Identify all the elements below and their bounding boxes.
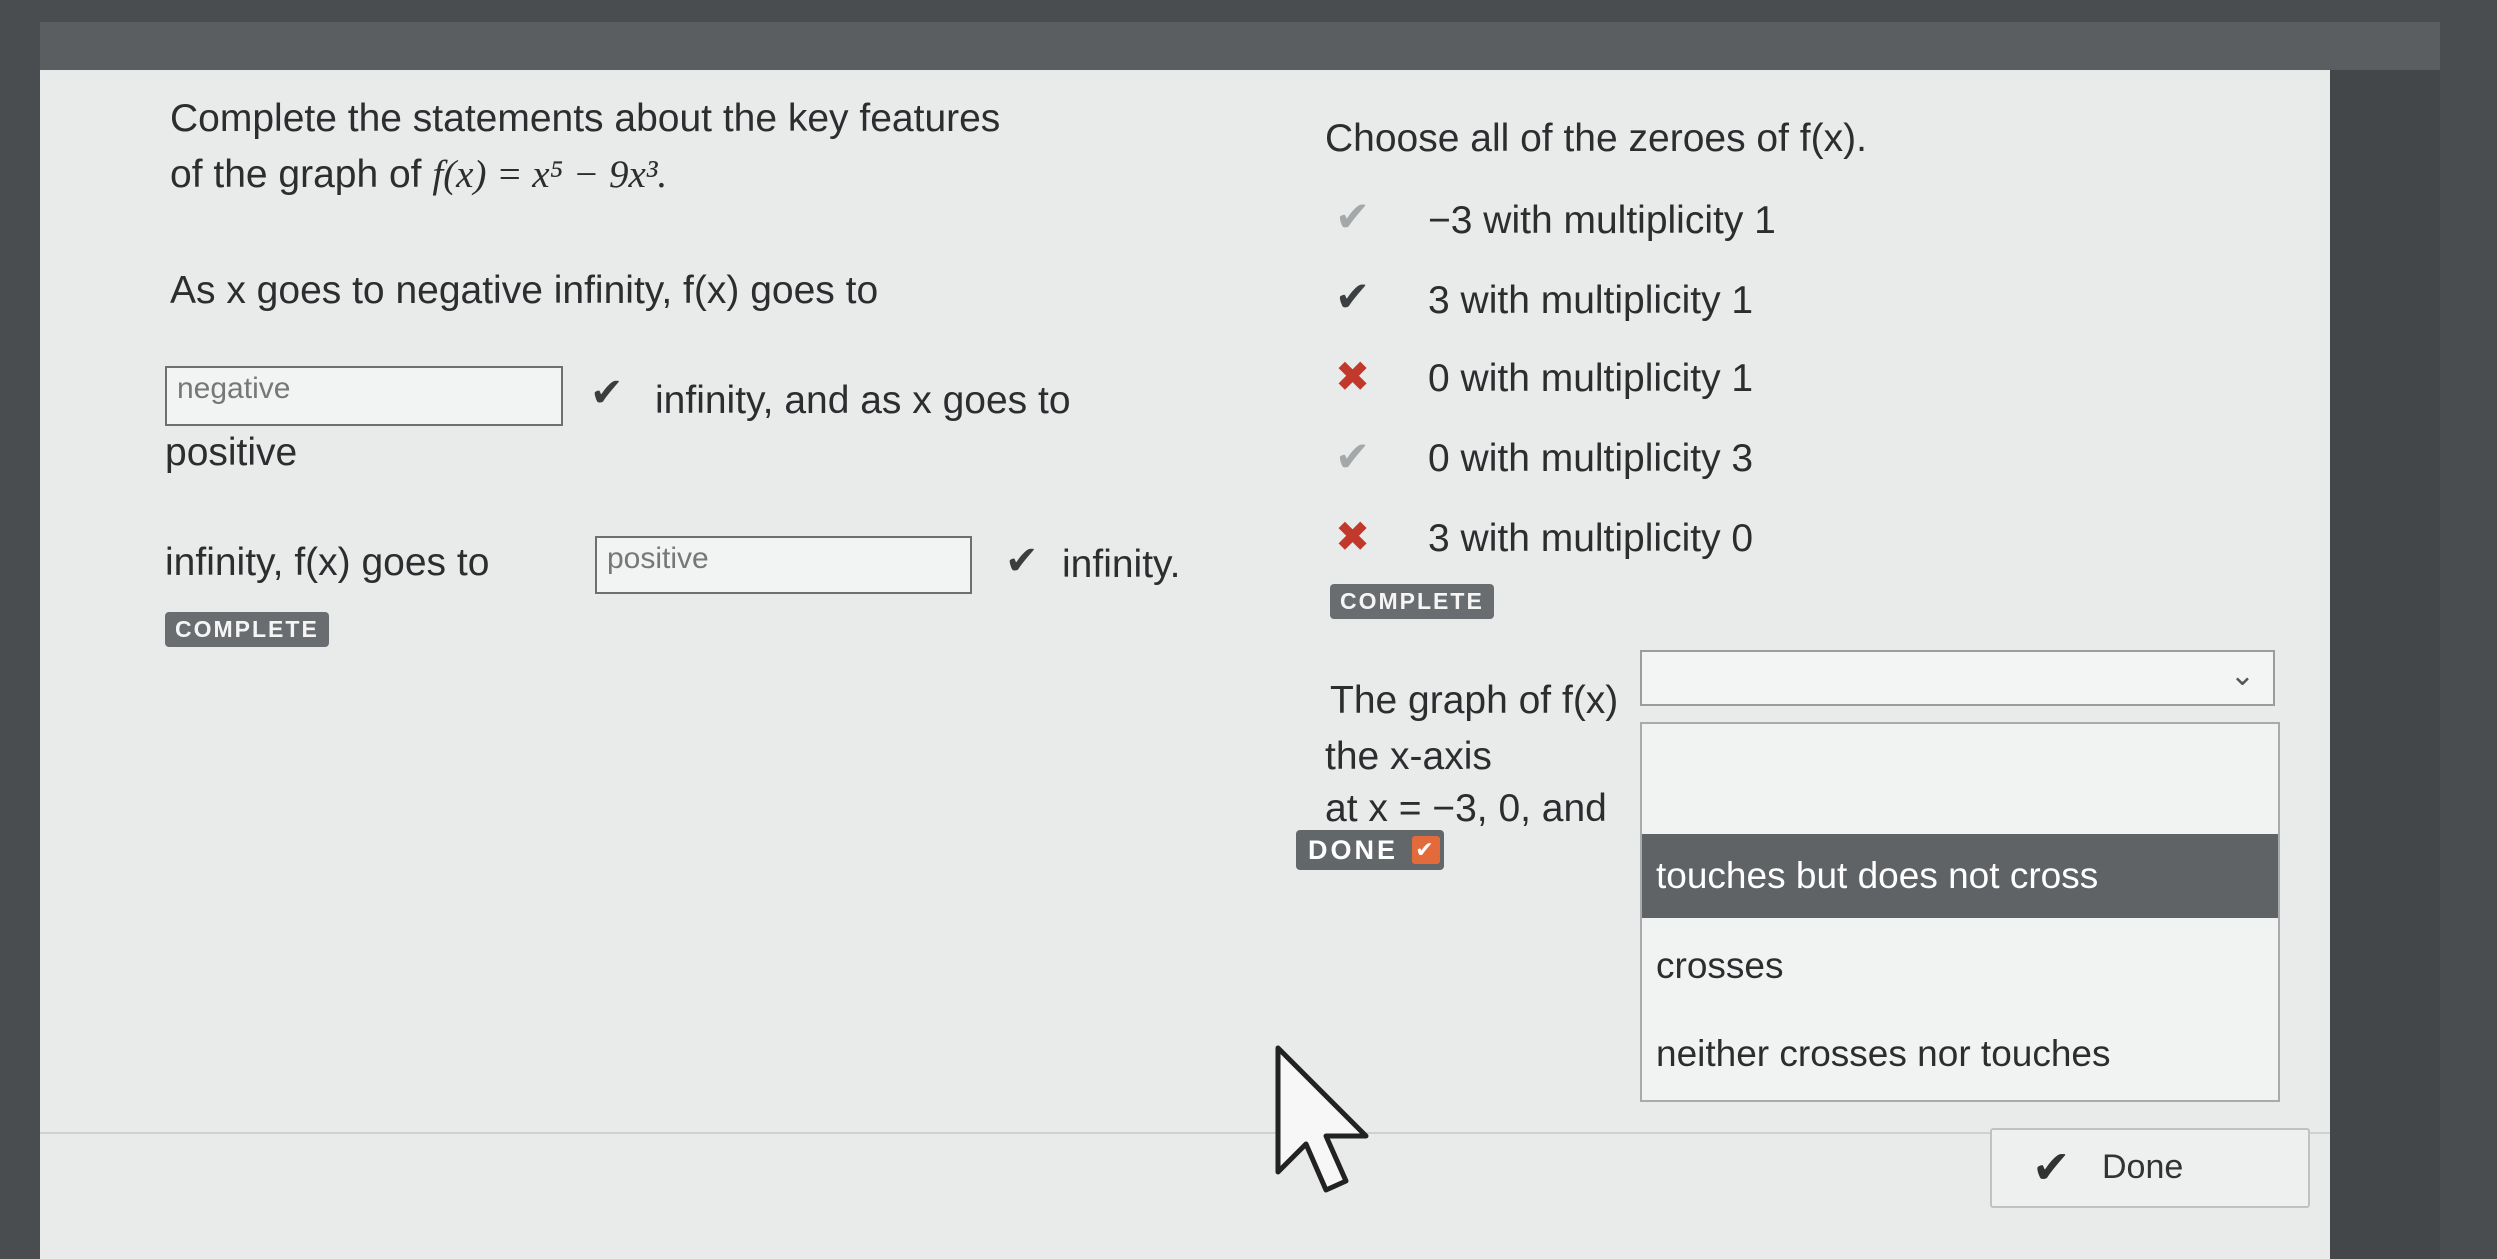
dropdown-option-blank[interactable] (1642, 724, 2278, 808)
done-badge: DONE ✔ (1296, 830, 1445, 870)
graph-statement-line-3: at x = −3, 0, and (1325, 787, 1607, 830)
zero-option-3-cross-icon: ✖ (1335, 353, 1371, 400)
zero-option-4-check-icon: ✔ (1335, 433, 1371, 480)
footer-divider (40, 1132, 2330, 1134)
complete-badge-left: COMPLETE (165, 612, 329, 647)
question-2-prefix: positive (165, 431, 298, 474)
answer-2-field[interactable]: positive (595, 536, 972, 594)
answer-1-field[interactable]: negative (165, 366, 563, 426)
dropdown-option-touches[interactable]: touches but does not cross (1642, 834, 2278, 918)
graph-statement-line-2: the x-axis (1325, 735, 1492, 778)
intro-prefix: of the graph of (170, 153, 433, 196)
zero-option-1-check-icon: ✔ (1335, 193, 1371, 240)
graph-statement-line-1: The graph of f(x) (1330, 679, 1619, 722)
answer-2-check-icon: ✔ (1005, 539, 1039, 583)
zeroes-prompt: Choose all of the zeroes of f(x). (1325, 117, 1867, 160)
done-button-check-icon: ✔ (2032, 1141, 2071, 1193)
done-button-label: Done (2102, 1148, 2184, 1186)
right-edge-shade (2330, 70, 2440, 1259)
intro-line-2: of the graph of f(x) = x⁵ − 9x³. (170, 152, 667, 199)
question-1-text: As x goes to negative infinity, f(x) goe… (170, 269, 879, 312)
chevron-down-icon[interactable]: ⌄ (2230, 658, 2255, 693)
zero-option-5-cross-icon: ✖ (1335, 513, 1371, 560)
zero-option-5[interactable]: 3 with multiplicity 0 (1428, 516, 1753, 563)
zero-option-1[interactable]: −3 with multiplicity 1 (1428, 198, 1776, 245)
function-expression: f(x) = x⁵ − 9x³. (432, 153, 668, 196)
question-1-suffix: infinity, and as x goes to (655, 379, 1071, 422)
mouse-cursor-icon (1275, 1045, 1369, 1193)
done-button[interactable]: ✔ Done (1990, 1128, 2310, 1208)
graph-behavior-dropdown: touches but does not cross crosses neith… (1640, 722, 2280, 1102)
zero-option-4[interactable]: 0 with multiplicity 3 (1428, 436, 1753, 483)
zero-option-2-check-icon: ✔ (1335, 273, 1371, 320)
zero-option-2[interactable]: 3 with multiplicity 1 (1428, 278, 1753, 325)
done-check-icon: ✔ (1412, 836, 1441, 864)
question-2-text: infinity, f(x) goes to (165, 541, 490, 584)
intro-line-1: Complete the statements about the key fe… (170, 97, 1001, 140)
top-bar (40, 22, 2440, 70)
graph-behavior-select[interactable]: ⌄ (1640, 650, 2275, 706)
answer-1-check-icon: ✔ (590, 371, 624, 415)
dropdown-option-neither[interactable]: neither crosses nor touches (1642, 1012, 2278, 1096)
question-2-suffix: infinity. (1062, 543, 1181, 586)
done-badge-label: DONE (1308, 835, 1399, 865)
complete-badge-zeroes: COMPLETE (1330, 584, 1494, 619)
dropdown-option-crosses[interactable]: crosses (1642, 924, 2278, 1008)
zero-option-3[interactable]: 0 with multiplicity 1 (1428, 356, 1753, 403)
